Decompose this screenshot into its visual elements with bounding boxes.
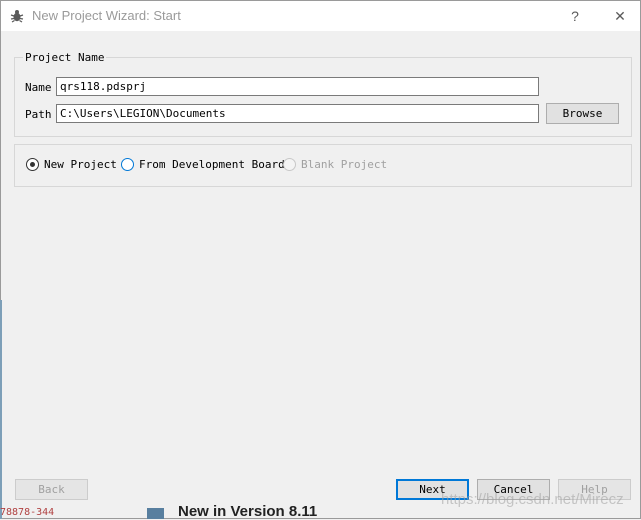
background-panel-stub: [147, 508, 164, 519]
window-title: New Project Wizard: Start: [32, 8, 181, 23]
help-title-button[interactable]: ?: [555, 1, 595, 31]
project-name-group: [14, 57, 632, 137]
browse-button[interactable]: Browse: [546, 103, 619, 124]
name-input[interactable]: qrs118.pdsprj: [56, 77, 539, 96]
project-name-group-title: Project Name: [23, 51, 107, 64]
dev-board-radio[interactable]: [121, 158, 134, 171]
dev-board-label: From Development Board: [139, 158, 285, 171]
background-code-text: 78878-344: [0, 507, 55, 518]
bug-icon: [9, 8, 25, 24]
wizard-window: New Project Wizard: Start ? ✕ Project Na…: [0, 0, 641, 519]
close-button[interactable]: ✕: [600, 1, 640, 31]
watermark: https://blog.csdn.net/Mirecz: [441, 491, 624, 508]
new-project-label: New Project: [44, 158, 117, 171]
title-bar[interactable]: New Project Wizard: Start ? ✕: [1, 1, 640, 31]
background-title-text: New in Version 8.11: [178, 503, 318, 520]
path-input[interactable]: C:\Users\LEGION\Documents: [56, 104, 539, 123]
new-project-radio[interactable]: [26, 158, 39, 171]
blank-project-label: Blank Project: [301, 158, 388, 171]
background-window-edge: [0, 300, 2, 519]
blank-project-radio: [283, 158, 296, 171]
name-label: Name: [25, 81, 52, 94]
path-label: Path: [25, 108, 52, 121]
back-button: Back: [15, 479, 88, 500]
